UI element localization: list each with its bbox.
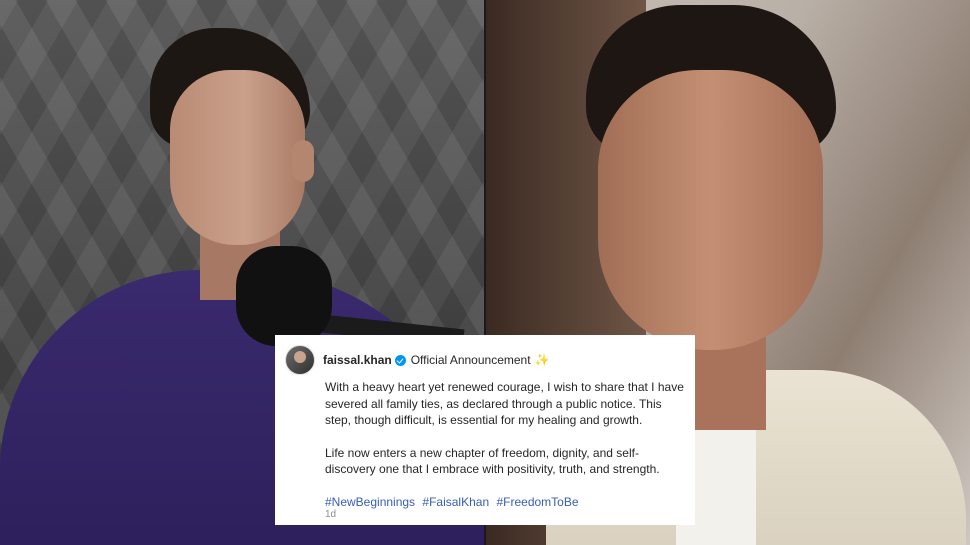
caption-paragraph: Life now enters a new chapter of freedom… [325, 445, 660, 477]
microphone [236, 246, 332, 346]
post-timestamp: 1d [325, 509, 337, 520]
hashtag-link[interactable]: #FaisalKhan [422, 495, 489, 509]
post-headline: Official Announcement [410, 353, 531, 367]
verified-badge-icon [394, 354, 406, 366]
face [170, 70, 305, 245]
ear [292, 140, 314, 182]
sparkle-icon: ✨ [534, 353, 550, 367]
hashtag-link[interactable]: #FreedomToBe [496, 495, 578, 509]
username[interactable]: faissal.khan [323, 353, 392, 367]
instagram-post-card: faissal.khan Official Announcement ✨ Wit… [275, 335, 695, 525]
hashtag-list: #NewBeginnings #FaisalKhan #FreedomToBe [325, 494, 685, 511]
post-caption: With a heavy heart yet renewed courage, … [325, 379, 685, 526]
post-header: faissal.khan Official Announcement ✨ [285, 345, 550, 375]
hashtag-link[interactable]: #NewBeginnings [325, 495, 415, 509]
face [598, 70, 823, 350]
caption-paragraph: With a heavy heart yet renewed courage, … [325, 380, 684, 427]
profile-avatar[interactable] [285, 345, 315, 375]
